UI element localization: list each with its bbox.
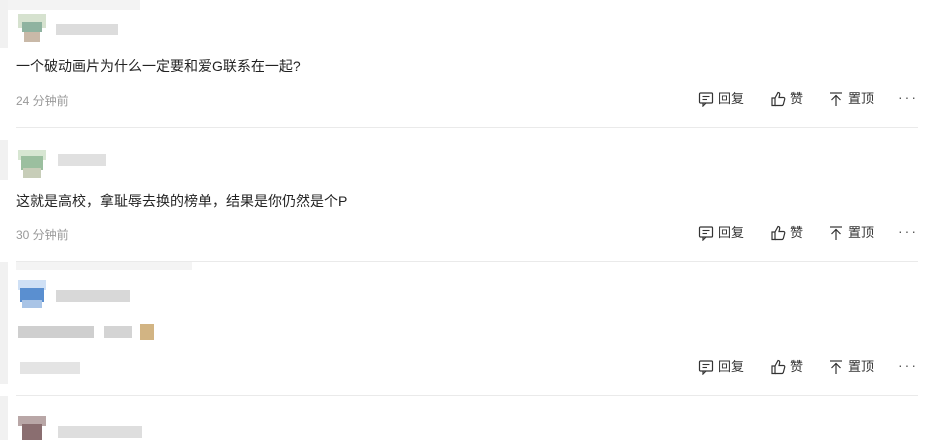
comment-item	[0, 396, 950, 440]
reply-icon	[698, 226, 714, 241]
comment-left-edge	[0, 396, 8, 440]
blurred-band	[16, 262, 192, 270]
thumbs-up-icon	[771, 225, 786, 241]
comment-actions: 回复 赞 置顶 ···	[698, 223, 920, 243]
more-icon[interactable]: ···	[898, 357, 918, 377]
comment-item: 回复 赞 置顶 ···	[0, 262, 950, 396]
avatar[interactable]	[18, 14, 46, 42]
like-button[interactable]: 赞	[770, 223, 803, 243]
more-icon[interactable]: ···	[898, 223, 918, 243]
like-button[interactable]: 赞	[770, 357, 803, 377]
pin-top-icon	[830, 226, 842, 240]
comment-left-edge	[0, 140, 8, 180]
reply-label: 回复	[718, 359, 745, 374]
pin-top-icon	[830, 92, 842, 106]
emoji-blurred	[140, 324, 154, 340]
comment-left-edge	[0, 0, 8, 48]
reply-icon	[698, 92, 714, 107]
username-blurred[interactable]	[58, 426, 142, 438]
reply-button[interactable]: 回复	[698, 89, 744, 109]
username-blurred[interactable]	[56, 24, 118, 35]
thumbs-up-icon	[771, 91, 786, 107]
comment-item: 一个破动画片为什么一定要和爱G联系在一起? 24 分钟前 回复 赞 置顶 ···	[0, 0, 950, 128]
comment-time: 30 分钟前	[16, 228, 69, 242]
pin-button[interactable]: 置顶	[828, 223, 874, 243]
like-label: 赞	[790, 359, 804, 374]
reply-label: 回复	[718, 91, 745, 106]
like-label: 赞	[790, 225, 804, 240]
avatar[interactable]	[18, 150, 46, 178]
more-icon[interactable]: ···	[898, 89, 918, 109]
comment-text-blurred	[104, 326, 132, 338]
time-blurred	[20, 362, 80, 374]
reply-label: 回复	[718, 225, 745, 240]
pin-label: 置顶	[848, 359, 875, 374]
thumbs-up-icon	[771, 359, 786, 375]
username-blurred[interactable]	[58, 154, 106, 166]
pin-button[interactable]: 置顶	[828, 357, 874, 377]
pin-label: 置顶	[848, 91, 875, 106]
avatar[interactable]	[18, 280, 46, 308]
comment-actions: 回复 赞 置顶 ···	[698, 89, 920, 109]
avatar[interactable]	[18, 416, 46, 440]
reply-icon	[698, 360, 714, 375]
comment-item: 这就是高校，拿耻辱去换的榜单，结果是你仍然是个P 30 分钟前 回复 赞 置顶 …	[0, 128, 950, 262]
comment-text-blurred	[18, 326, 94, 338]
comment-text: 这就是高校，拿耻辱去换的榜单，结果是你仍然是个P	[16, 193, 348, 209]
username-blurred[interactable]	[56, 290, 130, 302]
comment-time: 24 分钟前	[16, 94, 69, 108]
like-button[interactable]: 赞	[770, 89, 803, 109]
reply-button[interactable]: 回复	[698, 223, 744, 243]
reply-button[interactable]: 回复	[698, 357, 744, 377]
pin-button[interactable]: 置顶	[828, 89, 874, 109]
comment-text: 一个破动画片为什么一定要和爱G联系在一起?	[16, 58, 301, 74]
comment-left-edge	[0, 262, 8, 384]
like-label: 赞	[790, 91, 804, 106]
comment-actions: 回复 赞 置顶 ···	[698, 357, 920, 377]
pin-label: 置顶	[848, 225, 875, 240]
pin-top-icon	[830, 360, 842, 374]
